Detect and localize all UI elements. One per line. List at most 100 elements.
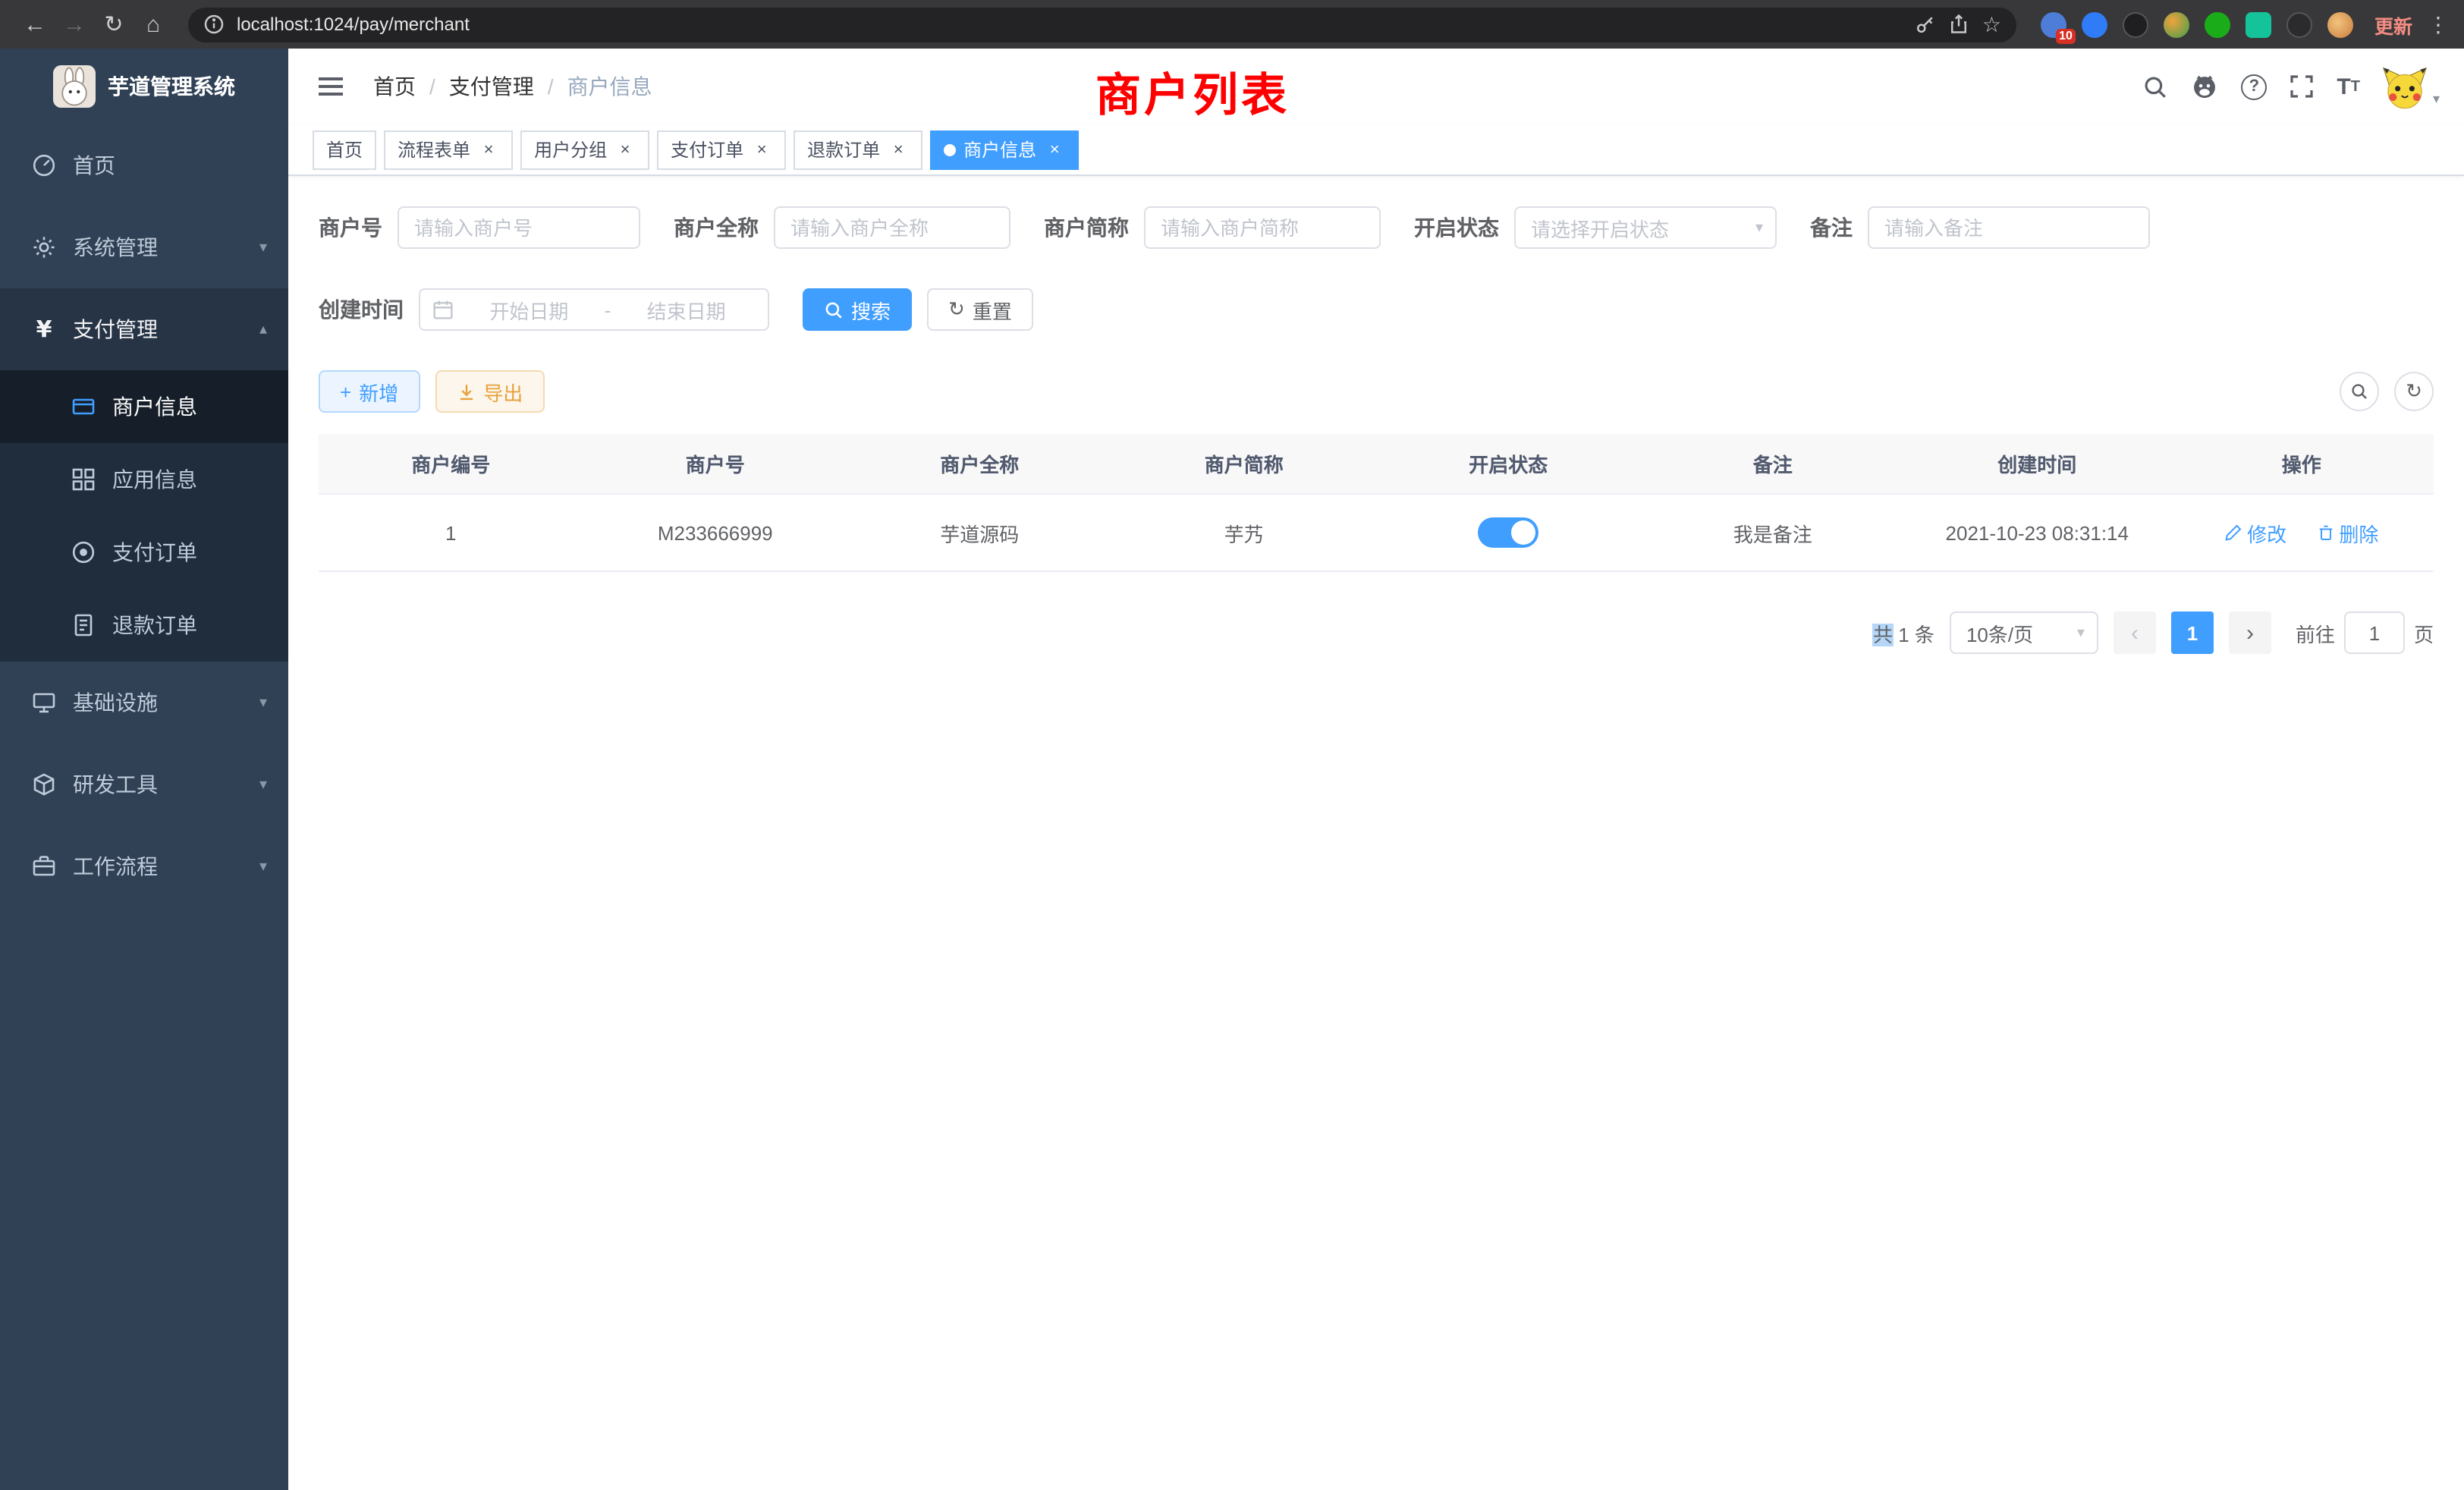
status-toggle[interactable] [1478, 517, 1538, 548]
sidebar-item-label: 支付管理 [73, 314, 244, 344]
page-info-icon[interactable] [203, 14, 225, 35]
tab-merchant-info[interactable]: 商户信息 × [930, 130, 1079, 169]
tab-user-group[interactable]: 用户分组 × [520, 130, 649, 169]
next-page-button[interactable]: › [2229, 611, 2271, 654]
sidebar-item-dev-tools[interactable]: 研发工具 ▾ [0, 743, 288, 825]
fullscreen-icon[interactable] [2290, 74, 2314, 99]
password-key-icon[interactable] [1916, 14, 1937, 35]
search-button[interactable]: 搜索 [803, 288, 912, 331]
remark-input[interactable] [1868, 206, 2150, 249]
breadcrumb: 首页 / 支付管理 / 商户信息 [373, 71, 652, 102]
sidebar-item-label: 退款订单 [112, 610, 197, 640]
refresh-table-icon-button[interactable]: ↻ [2394, 372, 2434, 411]
browser-reload-icon[interactable]: ↻ [94, 6, 134, 42]
status-select[interactable]: 请选择开启状态 ▾ [1514, 206, 1777, 249]
tab-close-icon[interactable]: × [888, 139, 909, 160]
user-avatar[interactable]: ▾ [2383, 64, 2440, 109]
merchant-table: 商户编号 商户号 商户全称 商户简称 开启状态 备注 创建时间 操作 1 [319, 434, 2434, 572]
browser-update-button[interactable]: 更新 [2374, 10, 2412, 39]
delete-link[interactable]: 删除 [2316, 518, 2378, 547]
add-button[interactable]: + 新增 [319, 370, 420, 413]
app-logo[interactable]: 芋道管理系统 [0, 49, 288, 124]
page-size-select[interactable]: 10条/页 ▾ [1950, 611, 2098, 654]
tab-close-icon[interactable]: × [1044, 139, 1065, 160]
chevron-down-icon: ▾ [259, 239, 267, 256]
calendar-icon [432, 299, 454, 320]
start-date-placeholder[interactable]: 开始日期 [460, 295, 599, 324]
col-short-name: 商户简称 [1112, 434, 1377, 494]
help-icon[interactable]: ? [2241, 74, 2267, 99]
page-header: 首页 / 支付管理 / 商户信息 商户列表 [288, 49, 2464, 124]
cell-merchant-no: M233666999 [583, 494, 848, 571]
extension-icon-7[interactable] [2286, 11, 2312, 37]
avatar-dropdown-caret-icon[interactable]: ▾ [2433, 91, 2440, 109]
sidebar-item-system-management[interactable]: 系统管理 ▾ [0, 206, 288, 288]
font-size-icon[interactable]: TT [2337, 74, 2360, 99]
full-name-input[interactable] [774, 206, 1010, 249]
cell-status [1376, 494, 1641, 571]
tab-label: 首页 [326, 137, 363, 162]
sidebar-item-infrastructure[interactable]: 基础设施 ▾ [0, 662, 288, 743]
browser-forward-icon[interactable]: → [55, 6, 94, 42]
tab-close-icon[interactable]: × [751, 139, 772, 160]
tab-payment-orders[interactable]: 支付订单 × [657, 130, 786, 169]
search-icon[interactable] [2142, 74, 2168, 99]
extension-icon-3[interactable] [2123, 11, 2148, 37]
short-name-input[interactable] [1144, 206, 1381, 249]
extension-icon-6[interactable] [2246, 11, 2271, 37]
reset-button[interactable]: ↻ 重置 [927, 288, 1033, 331]
export-button[interactable]: 导出 [435, 370, 544, 413]
browser-home-icon[interactable]: ⌂ [134, 6, 173, 42]
address-bar[interactable]: localhost:1024/pay/merchant ☆ [188, 7, 2016, 42]
github-icon[interactable] [2191, 73, 2218, 100]
show-search-icon-button[interactable] [2340, 372, 2379, 411]
screen: ← → ↻ ⌂ localhost:1024/pay/merchant ☆ [0, 0, 2464, 1490]
sidebar-item-merchant-info[interactable]: 商户信息 [0, 370, 288, 443]
tab-label: 流程表单 [398, 137, 470, 162]
filter-label: 备注 [1810, 212, 1853, 243]
table-header-row: 商户编号 商户号 商户全称 商户简称 开启状态 备注 创建时间 操作 [319, 434, 2434, 494]
add-button-label: 新增 [359, 377, 398, 406]
tab-close-icon[interactable]: × [478, 139, 499, 160]
merchant-no-input[interactable] [398, 206, 640, 249]
tab-home[interactable]: 首页 [313, 130, 376, 169]
prev-page-button[interactable]: ‹ [2114, 611, 2156, 654]
cell-full-name: 芋道源码 [847, 494, 1112, 571]
extension-icon-1[interactable]: 10 [2041, 11, 2066, 37]
col-create-time: 创建时间 [1905, 434, 2170, 494]
sidebar-item-refund-orders[interactable]: 退款订单 [0, 589, 288, 662]
edit-link[interactable]: 修改 [2224, 518, 2286, 547]
filter-status: 开启状态 请选择开启状态 ▾ [1414, 206, 1777, 249]
tab-process-form[interactable]: 流程表单 × [384, 130, 513, 169]
sidebar-item-payment-orders[interactable]: 支付订单 [0, 516, 288, 589]
share-icon[interactable] [1949, 14, 1970, 35]
sidebar-item-payment-management[interactable]: ¥ 支付管理 ▴ [0, 288, 288, 370]
sidebar-item-app-info[interactable]: 应用信息 [0, 443, 288, 516]
date-range-picker[interactable]: 开始日期 - 结束日期 [419, 288, 769, 331]
bookmark-star-icon[interactable]: ☆ [1982, 11, 2001, 37]
sidebar-toggle-icon[interactable] [313, 71, 349, 102]
filter-merchant-no: 商户号 [319, 206, 640, 249]
font-size-large: T [2337, 74, 2350, 99]
breadcrumb-payment[interactable]: 支付管理 [449, 71, 534, 102]
cell-remark: 我是备注 [1641, 494, 1906, 571]
page-number-1[interactable]: 1 [2171, 611, 2214, 654]
extension-icon-5[interactable] [2205, 11, 2230, 37]
goto-page-input[interactable] [2344, 611, 2405, 654]
tab-close-icon[interactable]: × [614, 139, 636, 160]
end-date-placeholder[interactable]: 结束日期 [617, 295, 756, 324]
reset-button-label: 重置 [973, 295, 1012, 324]
sidebar-item-home[interactable]: 首页 [0, 124, 288, 206]
sidebar-item-workflow[interactable]: 工作流程 ▾ [0, 825, 288, 907]
extension-icon-2[interactable] [2082, 11, 2107, 37]
browser-menu-icon[interactable]: ⋮ [2428, 11, 2449, 37]
extension-icon-4[interactable] [2164, 11, 2189, 37]
tab-refund-orders[interactable]: 退款订单 × [794, 130, 922, 169]
header-actions: ? TT [2142, 64, 2440, 109]
browser-back-icon[interactable]: ← [15, 6, 55, 42]
briefcase-icon [30, 854, 58, 879]
profile-avatar-icon[interactable] [2327, 11, 2353, 37]
col-status: 开启状态 [1376, 434, 1641, 494]
breadcrumb-home[interactable]: 首页 [373, 71, 416, 102]
refresh-icon: ↻ [948, 297, 965, 322]
